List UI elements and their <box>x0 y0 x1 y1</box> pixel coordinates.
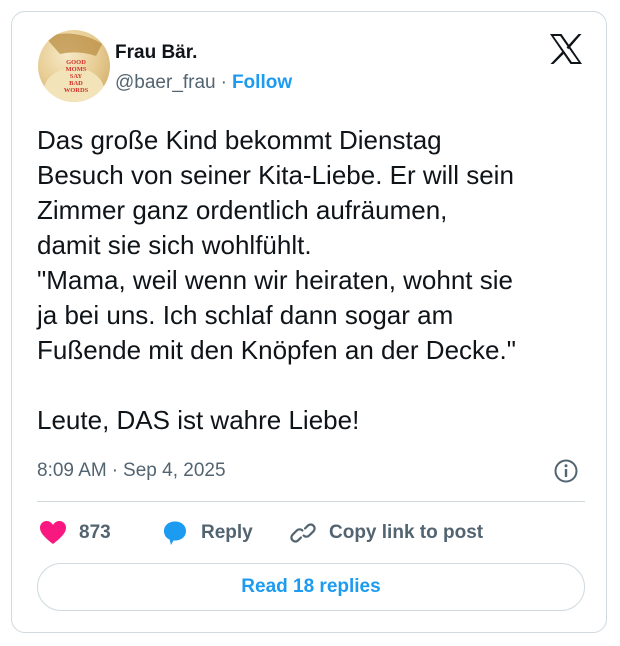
read-replies-label: Read 18 replies <box>241 576 381 597</box>
copy-link-label: Copy link to post <box>329 522 484 543</box>
reply-button[interactable]: Reply <box>161 517 253 549</box>
tweet-date: Sep 4, 2025 <box>123 460 226 481</box>
link-icon <box>290 523 316 543</box>
separator-dot: · <box>220 72 227 93</box>
copy-link-button[interactable]: Copy link to post <box>289 517 483 549</box>
like-count: 873 <box>79 522 111 543</box>
reply-label: Reply <box>201 522 253 543</box>
follow-button[interactable]: Follow <box>232 72 292 93</box>
tweet-timestamp[interactable]: 8:09 AM · Sep 4, 2025 <box>37 459 226 483</box>
author-handle[interactable]: @baer_frau <box>115 72 216 93</box>
svg-text:MOMS: MOMS <box>66 66 87 73</box>
x-logo-icon[interactable] <box>549 33 583 65</box>
separator-dot: · <box>111 460 119 481</box>
svg-text:BAD: BAD <box>69 80 83 87</box>
tweet-time: 8:09 AM <box>37 460 107 481</box>
author-handle-row: @baer_frau · Follow <box>115 71 292 95</box>
avatar-shirt-text: GOOD <box>66 59 86 66</box>
svg-text:SAY: SAY <box>70 73 83 80</box>
like-button[interactable]: 873 <box>39 517 111 549</box>
heart-icon <box>40 521 66 544</box>
author-name[interactable]: Frau Bär. <box>115 42 197 64</box>
speech-bubble-icon <box>164 521 186 545</box>
read-replies-button[interactable]: Read 18 replies <box>37 563 585 611</box>
svg-text:WORDS: WORDS <box>64 87 89 94</box>
tweet-text: Das große Kind bekommt Dienstag Besuch v… <box>37 125 516 435</box>
avatar-image: GOOD MOMS SAY BAD WORDS <box>44 33 104 102</box>
divider <box>37 501 585 502</box>
info-circle-icon[interactable] <box>553 458 579 484</box>
avatar[interactable]: GOOD MOMS SAY BAD WORDS <box>38 30 110 102</box>
tweet-card: GOOD MOMS SAY BAD WORDS Frau Bär. @baer_… <box>11 11 607 633</box>
